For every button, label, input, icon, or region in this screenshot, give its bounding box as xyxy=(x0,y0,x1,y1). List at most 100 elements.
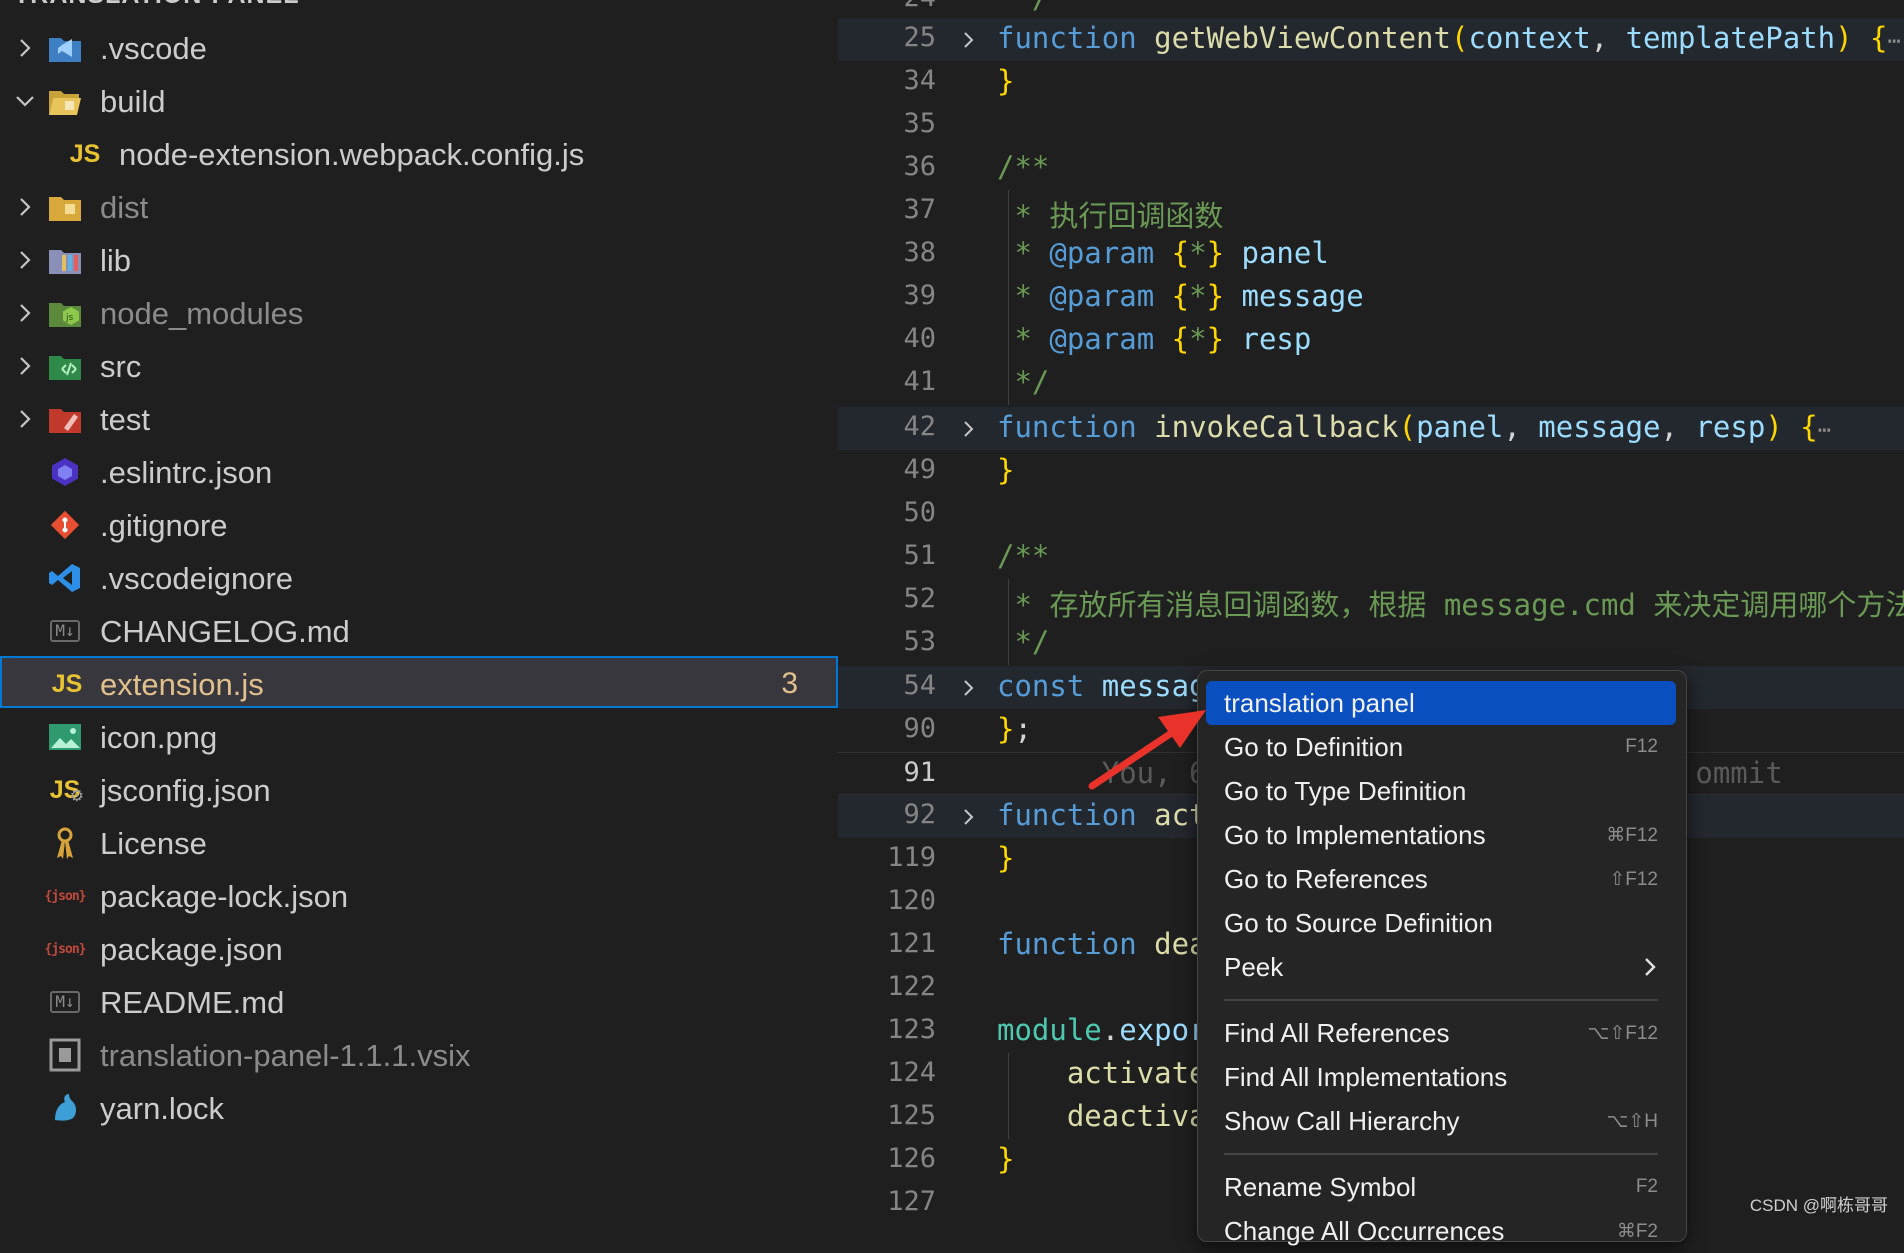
code-line: 50 xyxy=(838,493,1904,536)
tree-item-vsix[interactable]: translation-panel-1.1.1.vsix xyxy=(0,1029,838,1081)
watermark: CSDN @啊栋哥哥 xyxy=(1749,1196,1888,1215)
code-text: } xyxy=(997,64,1015,98)
menu-item-label: Change All Occurrences xyxy=(1224,1216,1505,1246)
tree-item-label: node-extension.webpack.config.js xyxy=(119,137,585,172)
tree-item-package-lock[interactable]: {json} package-lock.json xyxy=(0,870,838,922)
code-text: * @param {*} message xyxy=(997,279,1364,313)
tree-item-src[interactable]: src xyxy=(0,340,838,392)
markdown-icon: M↓ xyxy=(48,615,82,647)
build-folder-open-icon xyxy=(48,85,82,117)
tree-item-dist[interactable]: dist xyxy=(0,181,838,233)
tree-item-label: .gitignore xyxy=(100,508,228,543)
line-number: 37 xyxy=(903,194,936,225)
code-text: } xyxy=(997,841,1015,875)
code-line: 25 function getWebViewContent(context, t… xyxy=(838,18,1904,61)
tree-item-test[interactable]: test xyxy=(0,393,838,445)
chevron-right-icon xyxy=(20,198,31,216)
menu-item-label: Go to Source Definition xyxy=(1224,908,1493,938)
vsix-icon xyxy=(48,1038,82,1072)
fold-chevron-icon[interactable] xyxy=(960,679,978,697)
code-text: function getWebViewContent(context, temp… xyxy=(997,21,1901,55)
tree-item-package-json[interactable]: {json} package.json xyxy=(0,923,838,975)
explorer-panel: TRANSLATION-PANEL .vscode build JS node-… xyxy=(0,0,838,1224)
menu-item-rename-symbol[interactable]: Rename Symbol F2 xyxy=(1206,1165,1676,1209)
line-number: 50 xyxy=(903,497,936,528)
tree-item-extension-js[interactable]: JS extension.js 3 xyxy=(0,656,838,708)
vscode-icon xyxy=(48,562,82,594)
shortcut-hint: ⌥⇧H xyxy=(1606,1111,1658,1132)
image-icon xyxy=(48,721,82,753)
menu-item-show-call-hierarchy[interactable]: Show Call Hierarchy ⌥⇧H xyxy=(1206,1099,1676,1143)
code-text: } xyxy=(997,453,1015,487)
tree-item-label: lib xyxy=(100,243,132,278)
menu-item-find-all-implementations[interactable]: Find All Implementations xyxy=(1206,1055,1676,1099)
line-number: 124 xyxy=(887,1057,936,1088)
tree-item-vscodeignore[interactable]: .vscodeignore xyxy=(0,552,838,604)
tree-item-label: jsconfig.json xyxy=(100,773,271,808)
code-text: */ xyxy=(997,625,1050,659)
tree-item-node-modules[interactable]: js node_modules xyxy=(0,287,838,339)
tree-item-changelog[interactable]: M↓ CHANGELOG.md xyxy=(0,605,838,657)
tree-item-jsconfig[interactable]: JS ⚙ jsconfig.json xyxy=(0,764,838,816)
tree-item-build[interactable]: build xyxy=(0,75,838,127)
tree-item-label: yarn.lock xyxy=(100,1091,225,1126)
lib-folder-icon xyxy=(48,244,82,276)
tree-item-label: node_modules xyxy=(100,296,304,331)
tree-item-icon-png[interactable]: icon.png xyxy=(0,711,838,763)
tree-item-yarn-lock[interactable]: yarn.lock xyxy=(0,1082,838,1134)
chevron-right-icon xyxy=(20,39,31,57)
tree-item-label: dist xyxy=(100,190,149,225)
line-number: 49 xyxy=(903,454,936,485)
menu-item-find-all-references[interactable]: Find All References ⌥⇧F12 xyxy=(1206,1011,1676,1055)
js-file-icon: JS xyxy=(69,139,101,168)
tree-item-label: README.md xyxy=(100,985,285,1020)
tree-item-readme[interactable]: M↓ README.md xyxy=(0,976,838,1028)
fold-chevron-icon[interactable] xyxy=(960,31,978,49)
line-number: 125 xyxy=(887,1100,936,1131)
code-text: }; xyxy=(997,712,1032,746)
tree-item-label: CHANGELOG.md xyxy=(100,614,350,649)
menu-item-label: Show Call Hierarchy xyxy=(1224,1106,1460,1136)
code-text: /** xyxy=(997,539,1050,573)
fold-chevron-icon[interactable] xyxy=(960,808,978,826)
code-line: 34 } xyxy=(838,61,1904,104)
tree-item-label: icon.png xyxy=(100,720,218,755)
menu-item-peek[interactable]: Peek xyxy=(1206,945,1676,989)
menu-item-label: Go to Type Definition xyxy=(1224,776,1467,806)
code-text: function dea xyxy=(997,927,1207,961)
line-number: 127 xyxy=(887,1186,936,1217)
menu-item-translation-panel[interactable]: translation panel xyxy=(1206,681,1676,725)
line-number: 120 xyxy=(887,885,936,916)
shortcut-hint: ⌥⇧F12 xyxy=(1587,1023,1658,1044)
line-number: 54 xyxy=(903,670,936,701)
code-line: 35 xyxy=(838,104,1904,147)
menu-item-change-all-occurrences[interactable]: Change All Occurrences ⌘F2 xyxy=(1206,1209,1676,1253)
tree-item-webpack-config[interactable]: JS node-extension.webpack.config.js xyxy=(0,128,838,180)
tree-item-gitignore[interactable]: .gitignore xyxy=(0,499,838,551)
code-text: function act xyxy=(997,798,1207,832)
menu-item-go-to-source-definition[interactable]: Go to Source Definition xyxy=(1206,901,1676,945)
code-line: 42 function invokeCallback(panel, messag… xyxy=(838,407,1904,450)
tree-item-lib[interactable]: lib xyxy=(0,234,838,286)
menu-separator xyxy=(1224,999,1658,1001)
code-text: /** xyxy=(997,150,1050,184)
menu-item-go-to-type-definition[interactable]: Go to Type Definition xyxy=(1206,769,1676,813)
line-number: 90 xyxy=(903,713,936,744)
menu-item-go-to-implementations[interactable]: Go to Implementations ⌘F12 xyxy=(1206,813,1676,857)
tree-item-license[interactable]: License xyxy=(0,817,838,869)
menu-item-label: Go to Definition xyxy=(1224,732,1404,762)
menu-item-go-to-definition[interactable]: Go to Definition F12 xyxy=(1206,725,1676,769)
tree-item-label: src xyxy=(100,349,142,384)
menu-item-go-to-references[interactable]: Go to References ⇧F12 xyxy=(1206,857,1676,901)
shortcut-hint: ⌘F12 xyxy=(1606,825,1658,846)
code-line: 39 * @param {*} message xyxy=(838,276,1904,319)
line-number: 119 xyxy=(887,842,936,873)
tree-item-vscode[interactable]: .vscode xyxy=(0,22,838,74)
code-text: */ xyxy=(997,0,1049,15)
tree-item-eslintrc[interactable]: .eslintrc.json xyxy=(0,446,838,498)
fold-chevron-icon[interactable] xyxy=(960,420,978,438)
license-icon xyxy=(48,827,82,859)
chevron-right-icon xyxy=(20,410,31,428)
indent-guide xyxy=(1008,1053,1009,1139)
menu-item-label: Peek xyxy=(1224,952,1284,982)
